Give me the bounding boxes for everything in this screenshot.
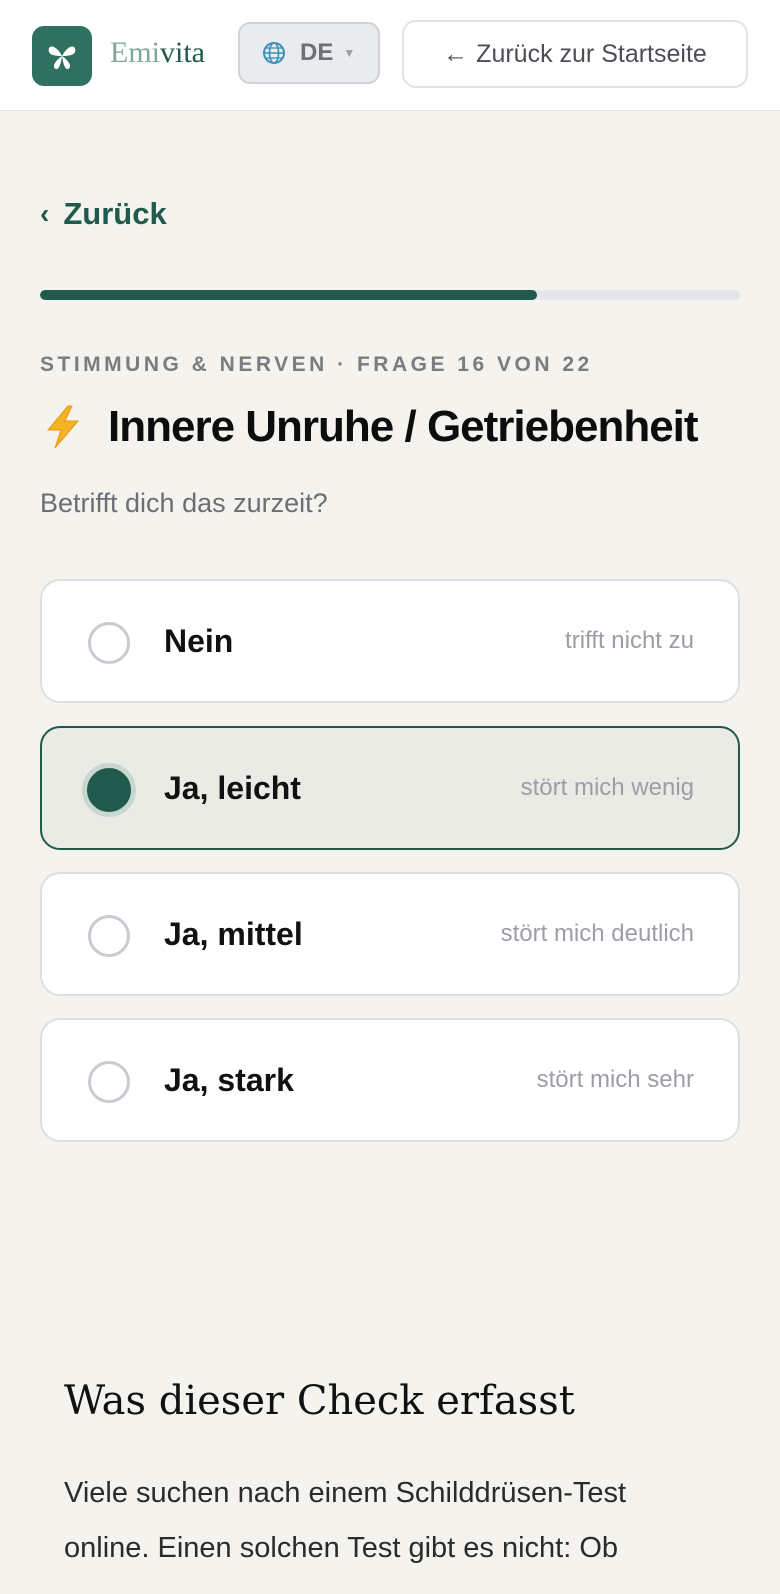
back-link[interactable]: ‹ Zurück [40,196,167,232]
brand-suffix: vita [160,36,205,69]
language-code: DE [300,39,334,66]
option-nein[interactable]: Nein trifft nicht zu [40,579,740,703]
radio-button[interactable] [88,915,130,957]
option-description: stört mich wenig [520,774,694,801]
option-label: Ja, stark [164,1061,294,1098]
option-label: Nein [164,622,234,659]
option-description: trifft nicht zu [565,627,694,654]
back-link-label: Zurück [63,196,167,231]
brand-name: Emivita [110,36,205,70]
option-description: stört mich deutlich [500,920,694,947]
globe-icon [263,42,285,64]
question-title: Innere Unruhe / Getriebenheit [108,402,699,451]
chevron-left-icon: ‹ [40,198,50,229]
arrow-left-icon: ← [443,39,469,68]
chevron-down-icon: ▼ [343,46,356,60]
radio-button[interactable] [88,622,130,664]
option-ja-mittel[interactable]: Ja, mittel stört mich deutlich [40,872,740,996]
option-description: stört mich sehr [536,1066,694,1093]
radio-button[interactable] [88,1061,130,1103]
option-label: Ja, leicht [164,769,301,806]
back-to-home-label: Zurück zur Startseite [476,39,707,68]
info-section-body: Viele suchen nach einem Schilddrüsen-Tes… [64,1477,627,1564]
progress-bar [40,290,740,300]
butterfly-icon [48,46,76,70]
question-subtitle: Betrifft dich das zurzeit? [40,488,328,518]
top-header: Emivita DE ▼ ← Zurück zur Startseite [0,0,780,111]
lightning-bolt-icon [46,405,80,449]
progress-fill [40,290,537,300]
logo[interactable] [32,26,92,86]
radio-button-selected[interactable] [82,763,136,817]
info-section-title: Was dieser Check erfasst [64,1378,575,1424]
option-ja-stark[interactable]: Ja, stark stört mich sehr [40,1018,740,1142]
question-title-row: Innere Unruhe / Getriebenheit [40,402,699,452]
option-ja-leicht[interactable]: Ja, leicht stört mich wenig [40,726,740,850]
brand-prefix: Emi [110,36,160,69]
back-to-home-button[interactable]: ← Zurück zur Startseite [402,20,748,88]
language-selector[interactable]: DE ▼ [238,22,380,84]
option-label: Ja, mittel [164,915,303,952]
question-eyebrow: STIMMUNG & NERVEN · FRAGE 16 VON 22 [40,353,593,376]
